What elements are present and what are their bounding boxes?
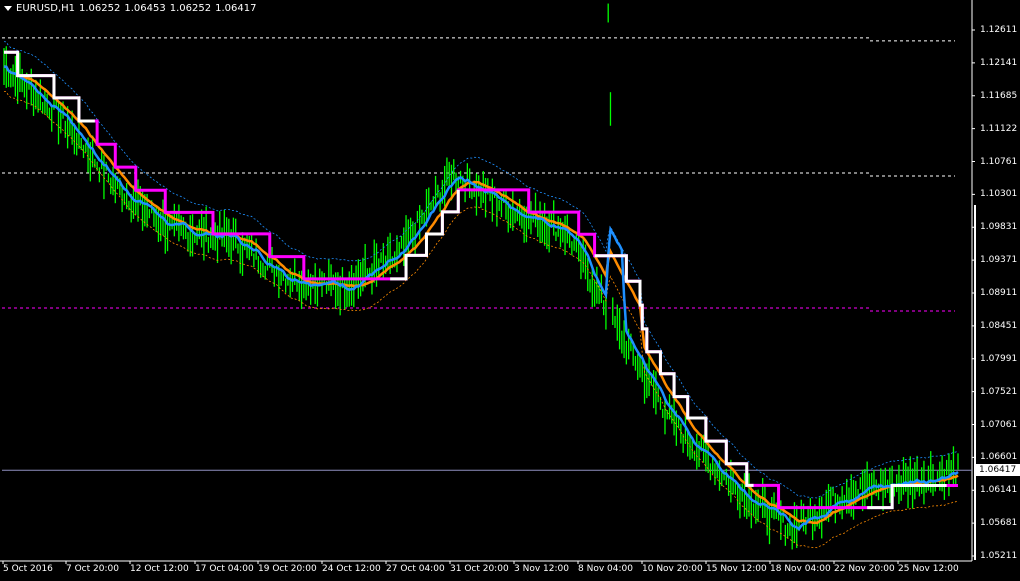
envelope-upper <box>3 41 959 499</box>
ma-slow-line <box>3 65 959 525</box>
current-price-label: 1.06417 <box>976 464 1020 477</box>
price-label: 1.11685 <box>980 90 1018 101</box>
chart-window[interactable]: EURUSD,H1 1.06252 1.06453 1.06252 1.06417 1.… <box>0 0 1020 581</box>
time-label: 31 Oct 20:00 <box>450 564 509 574</box>
time-label: 22 Nov 20:00 <box>834 564 895 574</box>
time-label: 17 Oct 04:00 <box>195 564 254 574</box>
price-label: 1.06141 <box>980 485 1018 496</box>
time-label: 8 Nov 04:00 <box>578 564 633 574</box>
price-label: 1.08911 <box>980 288 1018 298</box>
time-label: 27 Oct 04:00 <box>386 564 445 574</box>
price-label: 1.10761 <box>980 156 1018 167</box>
price-label: 1.08451 <box>980 320 1018 331</box>
time-label: 5 Oct 2016 <box>3 564 53 574</box>
price-label: 1.09371 <box>980 255 1018 266</box>
symbol-label: EURUSD,H1 <box>16 3 76 14</box>
ma-fast-line <box>3 65 959 531</box>
close-price: 1.06417 <box>215 3 257 14</box>
dropdown-triangle-icon[interactable] <box>4 5 12 11</box>
time-label: 3 Nov 12:00 <box>514 564 569 574</box>
high-price: 1.06453 <box>124 3 166 14</box>
price-label: 1.05681 <box>980 518 1018 529</box>
time-label: 18 Nov 04:00 <box>770 564 831 574</box>
time-label: 12 Oct 12:00 <box>130 564 189 574</box>
time-label: 7 Oct 20:00 <box>66 564 119 574</box>
low-price: 1.06252 <box>169 3 212 14</box>
time-label: 15 Nov 12:00 <box>706 564 767 574</box>
price-label: 1.09831 <box>980 222 1018 233</box>
chart-header: EURUSD,H1 1.06252 1.06453 1.06252 1.06417 <box>4 3 260 14</box>
time-label: 10 Nov 20:00 <box>642 564 703 574</box>
price-label: 1.12141 <box>980 57 1018 68</box>
price-label: 1.12611 <box>980 25 1018 35</box>
price-label: 1.05211 <box>980 551 1018 561</box>
price-label: 1.07521 <box>980 386 1018 397</box>
time-label: 19 Oct 20:00 <box>258 564 317 574</box>
price-label: 1.11122 <box>980 123 1018 134</box>
open-price: 1.06252 <box>79 3 121 14</box>
trend-stop-down <box>4 50 958 510</box>
time-label: 24 Oct 12:00 <box>322 564 381 574</box>
price-label: 1.07991 <box>980 353 1018 364</box>
price-chart[interactable] <box>0 0 1020 581</box>
envelope-lower <box>3 91 959 549</box>
trend-stop-up <box>594 254 754 487</box>
price-label: 1.07061 <box>980 419 1018 430</box>
price-label: 1.10301 <box>980 189 1018 200</box>
time-label: 25 Nov 12:00 <box>898 564 959 574</box>
price-label: 1.06601 <box>980 452 1018 463</box>
